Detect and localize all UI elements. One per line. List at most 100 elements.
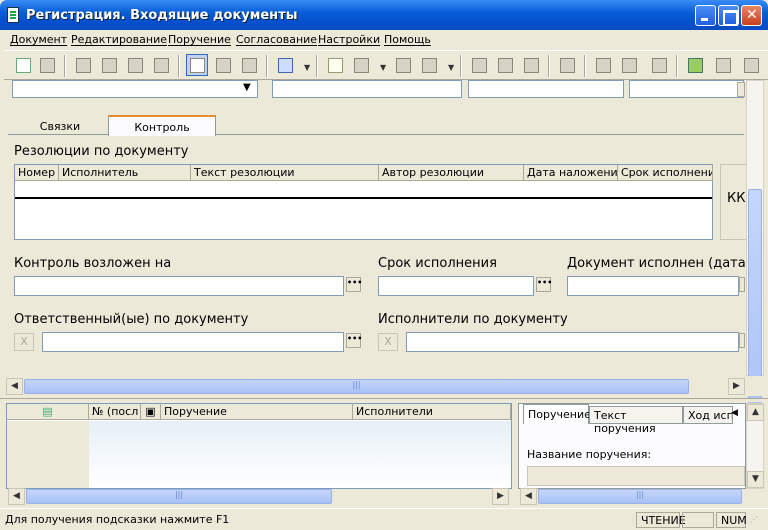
document-type-select[interactable]: ▼	[12, 80, 258, 98]
clear-responsible-button[interactable]: X	[14, 333, 34, 351]
col-date[interactable]: Дата наложения	[524, 165, 618, 181]
attach-icon[interactable]	[186, 54, 208, 76]
status-mode: ЧТЕНИЕ	[636, 512, 686, 528]
clear-executors-button[interactable]: X	[378, 333, 398, 351]
col-resolution-text[interactable]: Текст резолюции	[191, 165, 379, 181]
menu-settings[interactable]: Настройки	[318, 33, 380, 46]
order-name-field[interactable]	[527, 466, 745, 486]
control-ellipsis-button[interactable]: •••	[346, 277, 362, 292]
scrollbar-thumb[interactable]: |||	[26, 489, 332, 504]
top-field-2[interactable]	[272, 80, 462, 98]
window-title: Регистрация. Входящие документы	[26, 8, 298, 23]
image-icon[interactable]	[684, 54, 706, 76]
top-field-3[interactable]	[468, 80, 624, 98]
menu-assignment[interactable]: Поручение	[168, 33, 231, 46]
executors-input[interactable]	[406, 332, 739, 352]
download-icon[interactable]	[238, 54, 260, 76]
responsible-input[interactable]	[42, 332, 344, 352]
orders-grid[interactable]: ▤ № (посл ▣ Поручение Исполнители	[6, 403, 512, 489]
undo-icon[interactable]	[72, 54, 94, 76]
menu-approval[interactable]: Согласование	[236, 33, 317, 46]
flag-icon[interactable]	[392, 54, 414, 76]
status-hint: Для получения подсказки нажмите F1	[5, 513, 230, 526]
grid-checkbox-icon[interactable]: ▣	[141, 404, 161, 420]
vertical-scrollbar[interactable]	[746, 80, 764, 449]
horizontal-scrollbar[interactable]: ◀ ||| ▶	[4, 376, 764, 396]
grid-body[interactable]	[89, 421, 511, 488]
scroll-down-button[interactable]: ▼	[747, 471, 764, 488]
col-executors[interactable]: Исполнители	[353, 404, 511, 420]
menu-edit[interactable]: Редактирование	[71, 33, 167, 46]
document-add-icon[interactable]	[324, 54, 346, 76]
format-icon[interactable]	[124, 54, 146, 76]
col-number[interactable]: Номер	[15, 165, 59, 181]
executed-ellipsis-button[interactable]	[739, 277, 745, 292]
responsible-ellipsis-button[interactable]: •••	[346, 333, 362, 348]
executed-date-input[interactable]	[567, 276, 739, 296]
maximize-button[interactable]	[718, 5, 739, 26]
resolutions-table[interactable]: Номер Исполнитель Текст резолюции Автор …	[14, 164, 713, 240]
save-icon[interactable]	[36, 54, 58, 76]
delete-icon[interactable]	[150, 54, 172, 76]
notes-icon[interactable]	[520, 54, 542, 76]
tab-order[interactable]: Поручение	[523, 404, 591, 424]
details-vertical-scrollbar[interactable]: ▲ ▼	[746, 403, 764, 489]
scroll-right-button[interactable]: ▶	[728, 378, 745, 395]
col-order[interactable]: Поручение	[161, 404, 353, 420]
control-input[interactable]	[14, 276, 344, 296]
menu-document[interactable]: Документ	[10, 33, 67, 46]
envelope-icon[interactable]	[648, 54, 670, 76]
col-seq-number[interactable]: № (посл	[89, 404, 141, 420]
resize-grip-icon[interactable]: ⋰	[750, 515, 758, 524]
chevron-down-icon[interactable]: ▼	[243, 82, 251, 93]
scroll-left-button[interactable]: ◀	[520, 488, 537, 505]
table-row[interactable]	[15, 182, 712, 199]
scroll-icon[interactable]	[740, 54, 762, 76]
scrollbar-thumb[interactable]: |||	[24, 379, 689, 394]
chevron-down-icon[interactable]: ▼	[448, 63, 454, 72]
export-icon[interactable]	[350, 54, 372, 76]
stamp-icon[interactable]	[212, 54, 234, 76]
approve-icon[interactable]	[592, 54, 614, 76]
scroll-up-button[interactable]: ▲	[747, 404, 764, 421]
tab-order-text[interactable]: Текст поручения	[589, 406, 683, 435]
edit-icon[interactable]	[98, 54, 120, 76]
chart-icon[interactable]	[712, 54, 734, 76]
tab-links[interactable]: Связки	[12, 117, 108, 135]
scroll-left-button[interactable]: ◀	[6, 378, 23, 395]
col-deadline[interactable]: Срок исполнения	[618, 165, 713, 181]
deadline-input[interactable]	[378, 276, 534, 296]
report-icon[interactable]	[494, 54, 516, 76]
clipboard-icon[interactable]	[468, 54, 490, 76]
grid-horizontal-scrollbar[interactable]: ◀ ||| ▶	[6, 488, 512, 506]
scroll-left-button[interactable]: ◀	[8, 488, 25, 505]
tab-progress[interactable]: Ход исп	[683, 406, 733, 424]
control-label: Контроль возложен на	[14, 256, 172, 271]
folder-icon[interactable]	[618, 54, 640, 76]
ellipsis-button[interactable]	[737, 82, 745, 97]
col-author[interactable]: Автор резолюции	[379, 165, 524, 181]
toolbar-separator	[178, 55, 180, 77]
grid-doc-icon[interactable]: ▤	[7, 404, 89, 420]
col-executor[interactable]: Исполнитель	[59, 165, 191, 181]
order-details-panel: Поручение Текст поручения Ход исп ◀ Назв…	[518, 403, 746, 489]
chevron-down-icon[interactable]: ▼	[380, 63, 386, 72]
status-bar: Для получения подсказки нажмите F1 ЧТЕНИ…	[0, 508, 768, 530]
minimize-button[interactable]	[695, 5, 716, 26]
splitter[interactable]	[0, 398, 768, 402]
deadline-ellipsis-button[interactable]: •••	[536, 277, 552, 292]
scroll-right-button[interactable]: ▶	[492, 488, 509, 505]
list-icon[interactable]	[274, 54, 296, 76]
executors-ellipsis-button[interactable]	[739, 333, 745, 348]
top-field-4[interactable]	[629, 80, 745, 98]
details-horizontal-scrollbar[interactable]: ◀ |||	[518, 488, 764, 506]
close-button[interactable]	[741, 5, 762, 26]
tab-control[interactable]: Контроль	[108, 115, 216, 136]
new-document-icon[interactable]	[12, 54, 34, 76]
tab-scroll-left-icon[interactable]: ◀	[731, 406, 745, 422]
scrollbar-thumb[interactable]: |||	[538, 489, 742, 504]
mail-icon[interactable]	[556, 54, 578, 76]
chevron-down-icon[interactable]: ▼	[304, 63, 310, 72]
pin-icon[interactable]	[418, 54, 440, 76]
menu-help[interactable]: Помощь	[384, 33, 431, 46]
